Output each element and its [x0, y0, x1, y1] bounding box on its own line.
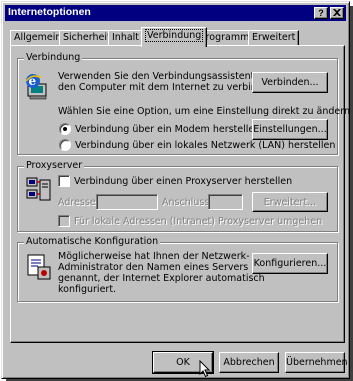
- window-title: Internetoptionen: [8, 6, 91, 18]
- group-autoconfig: Automatische Konfiguration Möglicherweis…: [17, 236, 338, 302]
- internet-options-dialog: Internetoptionen ? Allgemein Sicherheit …: [1, 1, 350, 379]
- close-button[interactable]: [330, 7, 344, 19]
- address-label: Adresse:: [58, 197, 99, 208]
- autoconfig-text-line-4: konfiguriert.: [58, 284, 117, 295]
- radio-modem[interactable]: [59, 123, 71, 135]
- radio-lan-label[interactable]: Verbindung über ein lokales Netzwerk (LA…: [75, 140, 335, 151]
- connection-wizard-icon: e: [25, 74, 47, 100]
- cancel-button[interactable]: Abbrechen: [219, 352, 279, 373]
- group-verbindung: Verbindung e Verwenden Sie den Verbindun…: [17, 52, 350, 155]
- tab-inhalt[interactable]: Inhalt: [108, 30, 144, 46]
- autoconfig-text-line-3: genannt, der Internet Explorer automatis…: [58, 273, 265, 284]
- proxy-address-field[interactable]: [96, 194, 158, 210]
- port-label: Anschluss:: [162, 197, 213, 208]
- ok-button-label: OK: [176, 357, 190, 368]
- configure-button[interactable]: Konfigurieren...: [252, 253, 328, 274]
- tab-erweitert[interactable]: Erweitert: [248, 30, 300, 46]
- bypass-local-checkbox[interactable]: [58, 215, 70, 227]
- connect-wizard-button[interactable]: Verbinden...: [252, 72, 328, 93]
- autoconfig-text-line-1: Möglicherweise hat Ihnen der Netzwerk-: [58, 251, 250, 262]
- group-verbindung-legend: Verbindung: [24, 52, 83, 63]
- tab-allgemein[interactable]: Allgemein: [10, 30, 66, 46]
- proxy-server-icon: [26, 177, 51, 201]
- choose-option-text: Wählen Sie eine Option, um eine Einstell…: [58, 106, 350, 117]
- group-proxyserver-legend: Proxyserver: [24, 160, 85, 171]
- tab-panel-verbindung: Verbindung e Verwenden Sie den Verbindun…: [10, 45, 350, 343]
- radio-lan[interactable]: [59, 139, 71, 151]
- mouse-cursor-icon: [199, 360, 211, 378]
- proxy-checkbox-label[interactable]: Verbindung über einen Proxyserver herste…: [74, 176, 292, 187]
- group-autoconfig-legend: Automatische Konfiguration: [24, 236, 161, 247]
- tab-sicherheit[interactable]: Sicherheit: [59, 30, 115, 46]
- group-proxyserver: Proxyserver Verbindung über einen Proxys…: [17, 160, 338, 232]
- proxy-advanced-button[interactable]: Erweitert...: [252, 192, 328, 212]
- auto-config-icon: [27, 254, 51, 280]
- help-button[interactable]: ?: [314, 7, 328, 19]
- tab-verbindung[interactable]: Verbindung: [141, 27, 208, 47]
- proxy-port-field[interactable]: [208, 194, 243, 210]
- tab-verbindung-label: Verbindung: [145, 29, 204, 42]
- wizard-text-line-2: den Computer mit dem Internet zu verbind…: [58, 82, 278, 93]
- radio-modem-label[interactable]: Verbindung über ein Modem herstellen: [75, 124, 260, 135]
- close-icon: [333, 9, 341, 16]
- proxy-checkbox[interactable]: [58, 175, 70, 187]
- apply-button[interactable]: Übernehmen: [285, 352, 348, 373]
- bypass-local-label[interactable]: Für lokale Adressen (Intranet) Proxyserv…: [74, 216, 322, 227]
- title-bar[interactable]: Internetoptionen ?: [5, 5, 346, 21]
- autoconfig-text-line-2: Administrator den Namen eines Servers: [58, 262, 249, 273]
- settings-button[interactable]: Einstellungen...: [252, 119, 328, 140]
